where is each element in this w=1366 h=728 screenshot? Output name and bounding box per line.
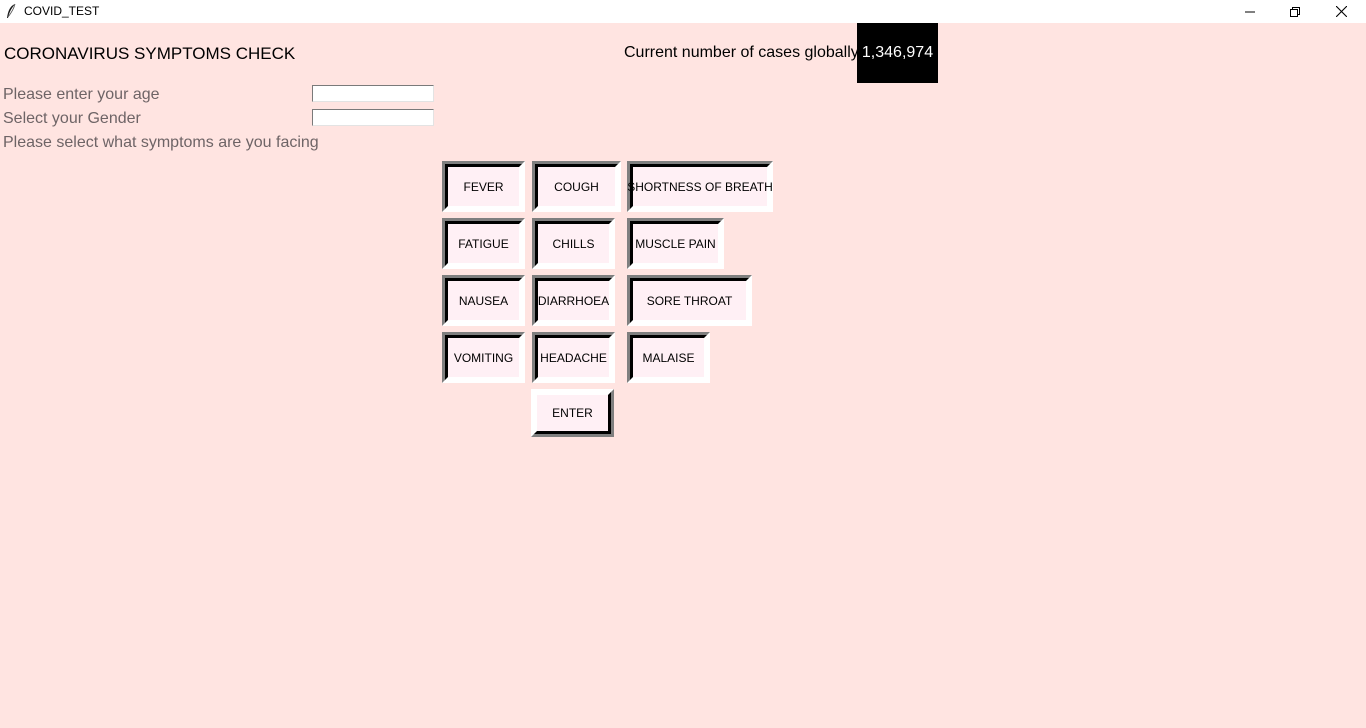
age-label: Please enter your age (3, 86, 160, 103)
enter-button[interactable]: ENTER (531, 389, 614, 437)
fatigue-button-label: FATIGUE (458, 236, 509, 251)
page-title: CORONAVIRUS SYMPTOMS CHECK (4, 44, 296, 63)
vomiting-button-label: VOMITING (453, 350, 514, 365)
fatigue-button[interactable]: FATIGUE (442, 218, 525, 269)
diarrhoea-button[interactable]: DIARRHOEA (532, 275, 615, 326)
fever-button-label: FEVER (463, 179, 504, 194)
fever-button[interactable]: FEVER (442, 161, 525, 212)
enter-button-label: ENTER (552, 406, 593, 420)
sore-throat-button-label: SORE THROAT (646, 293, 733, 308)
symptoms-prompt: Please select what symptoms are you faci… (3, 134, 319, 151)
cases-count-display: 1,346,974 (857, 23, 938, 83)
shortness-of-breath-button[interactable]: SHORTNESS OF BREATH (627, 161, 773, 212)
vomiting-button[interactable]: VOMITING (442, 332, 525, 383)
chills-button[interactable]: CHILLS (532, 218, 615, 269)
cough-button-label: COUGH (554, 179, 599, 194)
headache-button-label: HEADACHE (540, 350, 607, 365)
feather-icon (7, 3, 16, 18)
muscle-pain-button-label: MUSCLE PAIN (635, 236, 716, 251)
sore-throat-button[interactable]: SORE THROAT (627, 275, 752, 326)
restore-icon (1290, 6, 1300, 17)
client-area: CORONAVIRUS SYMPTOMS CHECK Current numbe… (0, 23, 1366, 728)
gender-input[interactable] (312, 109, 434, 126)
age-input[interactable] (312, 85, 434, 102)
cases-label: Current number of cases globally: (624, 44, 864, 61)
close-button[interactable] (1318, 0, 1364, 23)
headache-button[interactable]: HEADACHE (532, 332, 615, 383)
window-title: COVID_TEST (24, 4, 100, 18)
malaise-button-label: MALAISE (642, 350, 695, 365)
nausea-button-label: NAUSEA (458, 293, 509, 308)
close-icon (1335, 6, 1347, 17)
shortness-of-breath-button-label: SHORTNESS OF BREATH (627, 179, 773, 194)
minimize-button[interactable] (1227, 0, 1273, 23)
app-window: COVID_TEST CORONAVIRUS SYMPTOMS CHECK Cu… (0, 0, 1366, 728)
gender-label: Select your Gender (3, 110, 141, 127)
restore-button[interactable] (1272, 0, 1318, 23)
title-bar[interactable]: COVID_TEST (0, 0, 1366, 23)
muscle-pain-button[interactable]: MUSCLE PAIN (627, 218, 724, 269)
minimize-icon (1245, 11, 1255, 12)
chills-button-label: CHILLS (552, 236, 595, 251)
malaise-button[interactable]: MALAISE (627, 332, 710, 383)
cough-button[interactable]: COUGH (532, 161, 621, 212)
diarrhoea-button-label: DIARRHOEA (537, 293, 610, 308)
nausea-button[interactable]: NAUSEA (442, 275, 525, 326)
